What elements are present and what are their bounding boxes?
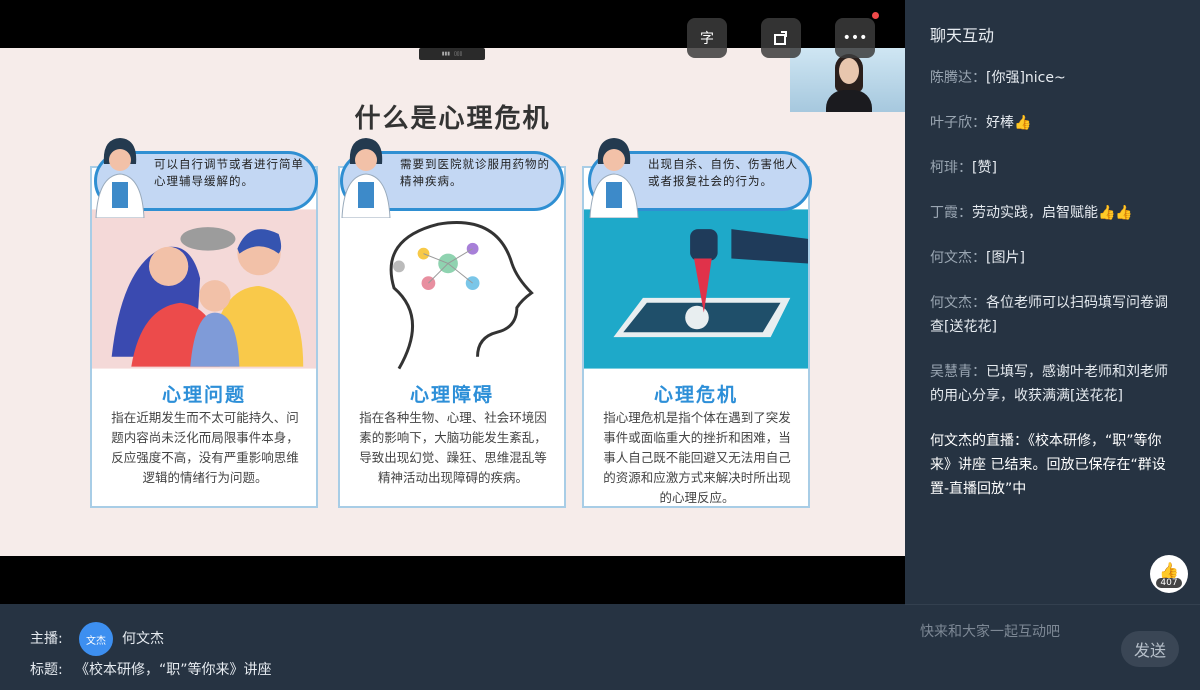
doctor-icon (589, 138, 639, 218)
subtitle-button[interactable]: 字 (687, 18, 727, 58)
speech-bubble: 需要到医院就诊服用药物的精神疾病。 (326, 138, 566, 218)
doctor-icon (95, 138, 145, 218)
chat-input-area: 快来和大家一起互动吧 发送 (905, 604, 1200, 690)
card-description: 指在近期发生而不太可能持久、问题内容尚未泛化而局限事件本身，反应强度不高，没有严… (111, 410, 299, 485)
bubble-text: 出现自杀、自伤、伤害他人或者报复社会的行为。 (648, 157, 798, 188)
video-controls: 字 ••• (687, 12, 879, 58)
card-description: 指在各种生物、心理、社会环境因素的影响下，大脑功能发生紊乱，导致出现幻觉、躁狂、… (359, 410, 547, 485)
chat-message: 叶子欣：好棒👍 (930, 115, 1032, 131)
speech-bubble: 可以自行调节或者进行简单心理辅导缓解的。 (80, 138, 320, 218)
host-label: 主播: (30, 631, 63, 647)
chat-message: 丁霞：劳动实践，启智赋能👍👍 (930, 205, 1133, 221)
chat-messages[interactable]: 陈腾达：[你强]nice~ 叶子欣：好棒👍 柯琲：[赞] 丁霞：劳动实践，启智赋… (930, 66, 1180, 522)
chat-panel: 聊天互动 陈腾达：[你强]nice~ 叶子欣：好棒👍 柯琲：[赞] 丁霞：劳动实… (905, 0, 1200, 604)
chat-message: 陈腾达：[你强]nice~ (930, 70, 1066, 86)
send-button[interactable]: 发送 (1121, 631, 1179, 667)
card-title: 心理障碍 (409, 384, 494, 406)
chat-input[interactable]: 快来和大家一起互动吧 (920, 621, 1060, 641)
card-description: 指心理危机是指个体在遇到了突发事件或面临重大的挫折和困难，当事人自己既不能回避又… (603, 410, 791, 505)
subtitle-icon: 字 (700, 31, 714, 47)
like-count: 407 (1156, 577, 1182, 588)
more-button[interactable]: ••• (835, 12, 879, 58)
stream-topic: 《校本研修，“职”等你来》讲座 (75, 662, 272, 678)
chat-message: 何文杰：[图片] (930, 250, 1025, 266)
presentation-slide: 什么是心理危机 心理问题 指在近期发生而不太可能持久、问题内容尚未泛化而局限事件… (0, 48, 905, 556)
stream-info-bar: 主播: 文杰 何文杰 标题: 《校本研修，“职”等你来》讲座 (0, 604, 905, 690)
video-stage: 什么是心理危机 心理问题 指在近期发生而不太可能持久、问题内容尚未泛化而局限事件… (0, 0, 905, 604)
chat-message: 何文杰：各位老师可以扫码填写问卷调查[送花花] (930, 295, 1168, 335)
notification-dot (872, 12, 879, 19)
card-title: 心理问题 (161, 384, 246, 406)
more-icon: ••• (842, 30, 868, 46)
rotate-icon (774, 31, 787, 45)
slide-title: 什么是心理危机 (354, 104, 551, 134)
thumbs-up-icon: 👍 (1159, 560, 1179, 580)
knife-money-illustration (584, 209, 808, 369)
card-title: 心理危机 (653, 384, 738, 406)
host-name[interactable]: 何文杰 (122, 628, 164, 648)
chat-title: 聊天互动 (930, 26, 995, 45)
chat-message: 柯琲：[赞] (930, 160, 997, 176)
brain-head-illustration (340, 209, 564, 370)
family-illustration (92, 209, 316, 369)
chat-message: 吴慧青：已填写，感谢叶老师和刘老师的用心分享，收获满满[送花花] (930, 364, 1168, 404)
rotate-button[interactable] (761, 18, 801, 58)
speech-bubble: 出现自杀、自伤、伤害他人或者报复社会的行为。 (574, 138, 814, 218)
topic-label: 标题: (30, 662, 63, 678)
bubble-text: 可以自行调节或者进行简单心理辅导缓解的。 (154, 157, 304, 188)
system-message: 何文杰的直播：《校本研修，“职”等你来》讲座 已结束。回放已保存在“群设置-直播… (930, 433, 1166, 497)
doctor-icon (341, 138, 391, 218)
bubble-text: 需要到医院就诊服用药物的精神疾病。 (400, 157, 550, 188)
like-button[interactable]: 👍 407 (1150, 555, 1188, 593)
status-indicator: ▮▮▮ ▯▯▯ (419, 48, 485, 60)
avatar[interactable]: 文杰 (79, 622, 113, 656)
